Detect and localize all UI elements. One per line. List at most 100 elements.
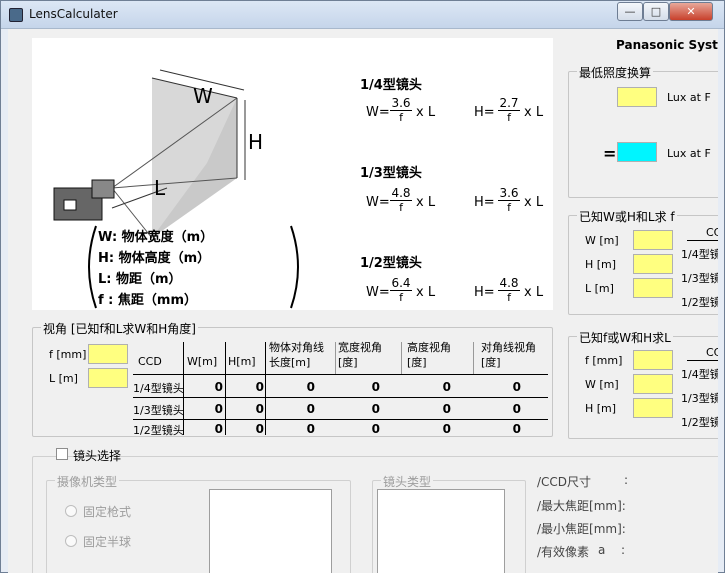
formula-h-third: H= 3.6 f x L (474, 186, 544, 214)
lux-input-1[interactable] (617, 87, 657, 107)
ccd-size-label: /CCD尺寸 (537, 475, 592, 489)
view-angle-f-label: f [mm] (49, 348, 87, 361)
formula-h-quarter: H= 2.7 f x L (474, 96, 544, 124)
known-wh-h-input[interactable] (633, 254, 673, 274)
table-cell: 0 (214, 402, 223, 416)
maximize-button[interactable]: □ (643, 2, 669, 21)
pixels-colon: : (621, 543, 626, 557)
close-button[interactable]: ✕ (669, 2, 713, 21)
col-header-height-angle: 高度视角[度] (407, 341, 451, 369)
known-wh-l-label: L [m] (585, 282, 614, 295)
lux-at-f-label-2: Lux at F (667, 147, 711, 160)
view-angle-title: 视角 [已知f和L求W和H角度] (41, 320, 198, 337)
formula-w-half: W= 6.4 f x L (366, 276, 436, 304)
col-header-ccd: CCD (138, 355, 162, 368)
known-wh-row-quarter: 1/4型镜 (681, 248, 718, 261)
legend-h: H: 物体高度（m） (98, 251, 211, 266)
table-cell: 0 (512, 380, 521, 394)
known-fw-w-label: W [m] (585, 378, 619, 391)
radio-fixed-dome-label: 固定半球 (83, 535, 132, 549)
known-wh-row-third: 1/3型镜 (681, 272, 718, 285)
table-cell: 0 (371, 402, 380, 416)
table-cell: 0 (371, 380, 380, 394)
lens-select-label: 镜头选择 (73, 449, 122, 463)
known-fw-ccd-header: CCD (706, 346, 718, 359)
known-wh-l-input[interactable] (633, 278, 673, 298)
known-fw-w-input[interactable] (633, 374, 673, 394)
known-wh-group: 已知W或H和L求 f W [m] H [m] L [m] CCD 1/4型镜 1… (568, 208, 718, 315)
lens-title-quarter: 1/4型镜头 (360, 78, 422, 93)
camera-type-group: 摄像机类型 固定枪式 固定半球 (46, 473, 351, 573)
brand-label: Panasonic Syste (616, 38, 718, 52)
legend-bracket-right (290, 225, 299, 309)
table-cell: 0 (306, 422, 315, 436)
diagram-label-l: L (154, 176, 166, 200)
view-angle-f-input[interactable] (88, 344, 128, 364)
known-wh-w-label: W [m] (585, 234, 619, 247)
pixels-label: /有效像素 (537, 545, 590, 559)
window-title: LensCalculater (29, 7, 118, 21)
radio-fixed-gun-label: 固定枪式 (83, 505, 132, 519)
row-label-quarter: 1/4型镜头 (133, 382, 184, 395)
known-fw-group: 已知f或W和H求L f [mm] W [m] H [m] CCD 1/4型镜 1… (568, 329, 718, 439)
table-cell: 0 (371, 422, 380, 436)
table-cell: 0 (512, 402, 521, 416)
table-cell: 0 (442, 380, 451, 394)
formula-w-third: W= 4.8 f x L (366, 186, 436, 214)
known-fw-title: 已知f或W和H求L (577, 329, 673, 346)
table-cell: 0 (442, 402, 451, 416)
equals-sign: = (603, 144, 617, 163)
table-cell: 0 (306, 402, 315, 416)
known-fw-h-label: H [m] (585, 402, 617, 415)
known-wh-w-input[interactable] (633, 230, 673, 250)
view-angle-l-label: L [m] (49, 372, 78, 385)
table-cell: 0 (214, 422, 223, 436)
lens-title-half: 1/2型镜头 (360, 256, 422, 271)
lens-select-checkbox[interactable] (56, 448, 68, 460)
legend-f: f : 焦距（mm） (98, 293, 197, 308)
camera-type-listbox[interactable] (209, 489, 332, 573)
view-angle-group: 视角 [已知f和L求W和H角度] f [mm] L [m] CCD W[m] H… (32, 320, 553, 437)
minimize-button[interactable]: — (617, 2, 643, 21)
diagram-label-w: W (193, 84, 213, 108)
table-cell: 0 (214, 380, 223, 394)
known-wh-h-label: H [m] (585, 258, 617, 271)
app-window: LensCalculater — □ ✕ W H L W: 物体宽度（m） H:… (0, 0, 725, 573)
col-header-diag-length: 物体对角线长度[m] (269, 341, 324, 369)
legend-bracket-left (88, 225, 97, 309)
known-fw-f-input[interactable] (633, 350, 673, 370)
row-label-third: 1/3型镜头 (133, 404, 184, 417)
camera-type-title: 摄像机类型 (55, 473, 120, 490)
radio-fixed-dome[interactable] (65, 535, 77, 547)
legend-l: L: 物距（m） (98, 272, 182, 287)
formula-h-half: H= 4.8 f x L (474, 276, 544, 304)
known-wh-ccd-header: CCD (706, 226, 718, 239)
table-cell: 0 (306, 380, 315, 394)
table-cell: 0 (512, 422, 521, 436)
min-illumination-title: 最低照度换算 (577, 64, 654, 81)
col-header-h: H[m] (228, 355, 256, 368)
lens-type-listbox[interactable] (377, 489, 505, 573)
known-wh-title: 已知W或H和L求 f (577, 208, 677, 225)
known-fw-h-input[interactable] (633, 398, 673, 418)
lux-at-f-label-1: Lux at F (667, 91, 711, 104)
ccd-size-colon: : (624, 473, 629, 487)
table-cell: 0 (255, 402, 264, 416)
table-cell: 0 (255, 380, 264, 394)
title-bar: LensCalculater — □ ✕ (1, 1, 724, 29)
known-fw-row-quarter: 1/4型镜 (681, 368, 718, 381)
known-fw-row-third: 1/3型镜 (681, 392, 718, 405)
known-fw-f-label: f [mm] (585, 354, 623, 367)
pixels-a: a (598, 543, 606, 557)
col-header-w: W[m] (187, 355, 218, 368)
table-cell: 0 (442, 422, 451, 436)
table-cell: 0 (255, 422, 264, 436)
col-header-diag-angle: 对角线视角[度] (481, 341, 536, 369)
app-icon (9, 8, 23, 22)
min-illumination-group: 最低照度换算 Lux at F = Lux at F (568, 64, 718, 198)
formula-diagram: W H L W: 物体宽度（m） H: 物体高度（m） L: 物距（m） f :… (32, 38, 553, 310)
client-area: W H L W: 物体宽度（m） H: 物体高度（m） L: 物距（m） f :… (8, 29, 718, 573)
radio-fixed-gun[interactable] (65, 505, 77, 517)
view-angle-l-input[interactable] (88, 368, 128, 388)
known-fw-row-half: 1/2型镜 (681, 416, 718, 429)
